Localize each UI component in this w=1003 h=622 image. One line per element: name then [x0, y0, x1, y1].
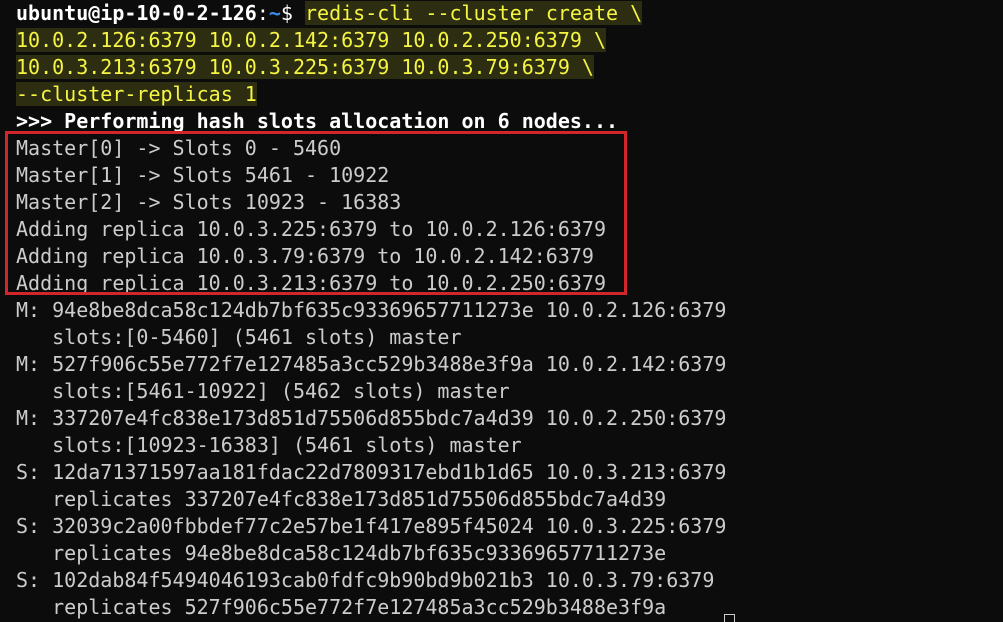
prompt-user-host: ubuntu@ip-10-0-2-126	[16, 1, 257, 25]
allocation-line: Master[0] -> Slots 0 - 5460	[16, 136, 342, 160]
prompt-colon: :	[256, 1, 269, 25]
node-line: replicates 337207e4fc838e173d851d75506d8…	[16, 487, 667, 511]
allocation-line: Adding replica 10.0.3.225:6379 to 10.0.2…	[16, 217, 607, 241]
allocation-line: Adding replica 10.0.3.213:6379 to 10.0.2…	[16, 271, 607, 295]
node-line: slots:[5461-10922] (5462 slots) master	[16, 379, 510, 403]
node-line: S: 32039c2a00fbbdef77c2e57be1f417e895f45…	[16, 514, 727, 538]
terminal-window[interactable]: ubuntu@ip-10-0-2-126:~$ redis-cli --clus…	[0, 0, 1003, 622]
node-line: slots:[0-5460] (5461 slots) master	[16, 325, 462, 349]
node-line: M: 337207e4fc838e173d851d75506d855bdc7a4…	[16, 406, 727, 430]
command-line-2: 10.0.2.126:6379 10.0.2.142:6379 10.0.2.2…	[16, 28, 607, 52]
allocation-line: Master[2] -> Slots 10923 - 16383	[16, 190, 402, 214]
node-line: S: 102dab84f5494046193cab0fdfc9b90bd9b02…	[16, 568, 715, 592]
text-cursor	[724, 614, 735, 622]
node-line: M: 527f906c55e772f7e127485a3cc529b3488e3…	[16, 352, 727, 376]
prompt-symbol: $	[280, 1, 306, 25]
node-line: slots:[10923-16383] (5461 slots) master	[16, 433, 522, 457]
node-line: replicates 94e8be8dca58c124db7bf635c9336…	[16, 541, 667, 565]
node-line: M: 94e8be8dca58c124db7bf635c933696577112…	[16, 298, 727, 322]
command-line-4: --cluster-replicas 1	[16, 82, 257, 106]
node-line: S: 12da71371597aa181fdac22d7809317ebd1b1…	[16, 460, 727, 484]
command-row-2: 10.0.2.126:6379 10.0.2.142:6379 10.0.2.2…	[0, 27, 1003, 54]
allocation-line: Adding replica 10.0.3.79:6379 to 10.0.2.…	[16, 244, 594, 268]
output-header: >>> Performing hash slots allocation on …	[16, 109, 619, 133]
command-row-3: 10.0.3.213:6379 10.0.3.225:6379 10.0.3.7…	[0, 54, 1003, 81]
node-line: replicates 527f906c55e772f7e127485a3cc52…	[16, 595, 667, 619]
command-line-1: redis-cli --cluster create \	[305, 1, 643, 25]
allocation-line: Master[1] -> Slots 5461 - 10922	[16, 163, 390, 187]
command-row-4: --cluster-replicas 1	[0, 81, 1003, 108]
prompt-path: ~	[268, 1, 281, 25]
command-line-3: 10.0.3.213:6379 10.0.3.225:6379 10.0.3.7…	[16, 55, 594, 79]
prompt-line: ubuntu@ip-10-0-2-126:~$ redis-cli --clus…	[0, 0, 1003, 27]
